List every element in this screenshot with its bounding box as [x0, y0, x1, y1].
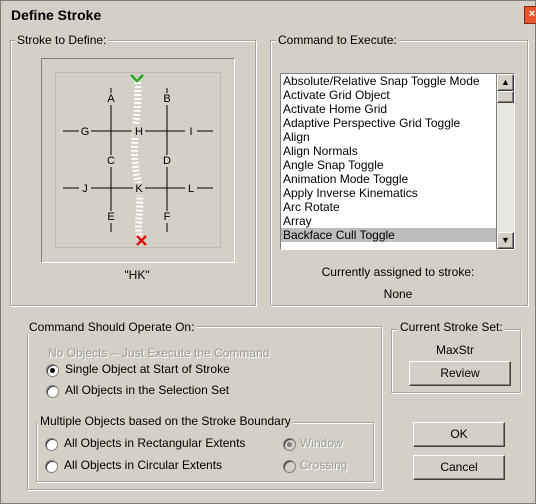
circ-extents-label[interactable]: All Objects in Circular Extents: [64, 458, 222, 472]
multiple-objects-label: Multiple Objects based on the Stroke Bou…: [38, 414, 293, 428]
command-list-item[interactable]: Backface Cull Toggle: [281, 228, 497, 242]
grid-letter: K: [135, 183, 143, 195]
grid-letter: I: [189, 126, 192, 138]
circ-extents-radio[interactable]: [45, 460, 58, 473]
crossing-label: Crossing: [300, 458, 348, 472]
grid-letter: J: [82, 183, 88, 195]
command-to-execute-label: Command to Execute:: [276, 33, 399, 47]
command-list-item[interactable]: Align Normals: [281, 144, 497, 158]
grid-letter: G: [81, 126, 90, 138]
scroll-up-button[interactable]: ▲: [497, 74, 514, 91]
assigned-label: Currently assigned to stroke:: [321, 265, 475, 279]
single-object-label[interactable]: Single Object at Start of Stroke: [65, 362, 230, 376]
command-list-item[interactable]: Arc Rotate: [281, 200, 497, 214]
window-radio[interactable]: [283, 438, 296, 451]
no-objects-option: No Objects -- Just Execute the Command: [48, 346, 270, 360]
ok-button[interactable]: OK: [413, 422, 505, 447]
stroke-set-name: MaxStr: [435, 343, 474, 357]
grid-letter: H: [135, 126, 143, 138]
grid-letter: B: [163, 93, 170, 105]
command-list-item[interactable]: Animation Mode Toggle: [281, 172, 497, 186]
list-scrollbar[interactable]: ▲ ▼: [496, 73, 515, 250]
multiple-objects-group: [36, 422, 374, 482]
single-object-radio[interactable]: [46, 364, 59, 377]
command-list-item[interactable]: Apply Inverse Kinematics: [281, 186, 497, 200]
rect-extents-label[interactable]: All Objects in Rectangular Extents: [64, 436, 245, 450]
window-title: Define Stroke: [11, 7, 102, 23]
command-list-item[interactable]: Activate Grid Object: [281, 88, 497, 102]
command-list-item[interactable]: Align: [281, 130, 497, 144]
command-list-item[interactable]: Adaptive Perspective Grid Toggle: [281, 116, 497, 130]
cancel-button[interactable]: Cancel: [413, 455, 505, 480]
operate-on-label: Command Should Operate On:: [27, 320, 197, 334]
all-selection-label[interactable]: All Objects in the Selection Set: [65, 383, 229, 397]
assigned-value: None: [383, 287, 413, 301]
command-list-item[interactable]: Absolute/Relative Snap Toggle Mode: [281, 74, 497, 88]
review-button[interactable]: Review: [409, 361, 511, 386]
scroll-down-button[interactable]: ▼: [497, 232, 514, 249]
command-list-item[interactable]: Array: [281, 214, 497, 228]
all-selection-radio[interactable]: [46, 385, 59, 398]
grid-letter: F: [164, 211, 171, 223]
chevron-up-icon: ▲: [501, 77, 510, 87]
chevron-down-icon: ▼: [501, 235, 510, 245]
scroll-thumb[interactable]: [497, 91, 514, 103]
stroke-to-define-label: Stroke to Define:: [15, 33, 109, 47]
command-listbox[interactable]: Absolute/Relative Snap Toggle Mode Activa…: [280, 73, 498, 250]
stroke-grid: A B G H I C D J K L E F: [55, 72, 221, 248]
title-bar[interactable]: Define Stroke: [1, 1, 533, 27]
close-button[interactable]: ×: [524, 6, 536, 24]
stroke-set-label: Current Stroke Set:: [398, 320, 505, 334]
grid-letter: E: [107, 211, 114, 223]
command-list-item[interactable]: Angle Snap Toggle: [281, 158, 497, 172]
grid-letter: A: [107, 93, 115, 105]
grid-letter: C: [107, 155, 115, 167]
stroke-name: "HK": [124, 268, 150, 282]
grid-letter: L: [188, 183, 194, 195]
grid-letter: D: [163, 155, 171, 167]
command-list-item[interactable]: Activate Home Grid: [281, 102, 497, 116]
crossing-radio[interactable]: [283, 460, 296, 473]
rect-extents-radio[interactable]: [45, 438, 58, 451]
window-label: Window: [300, 436, 343, 450]
